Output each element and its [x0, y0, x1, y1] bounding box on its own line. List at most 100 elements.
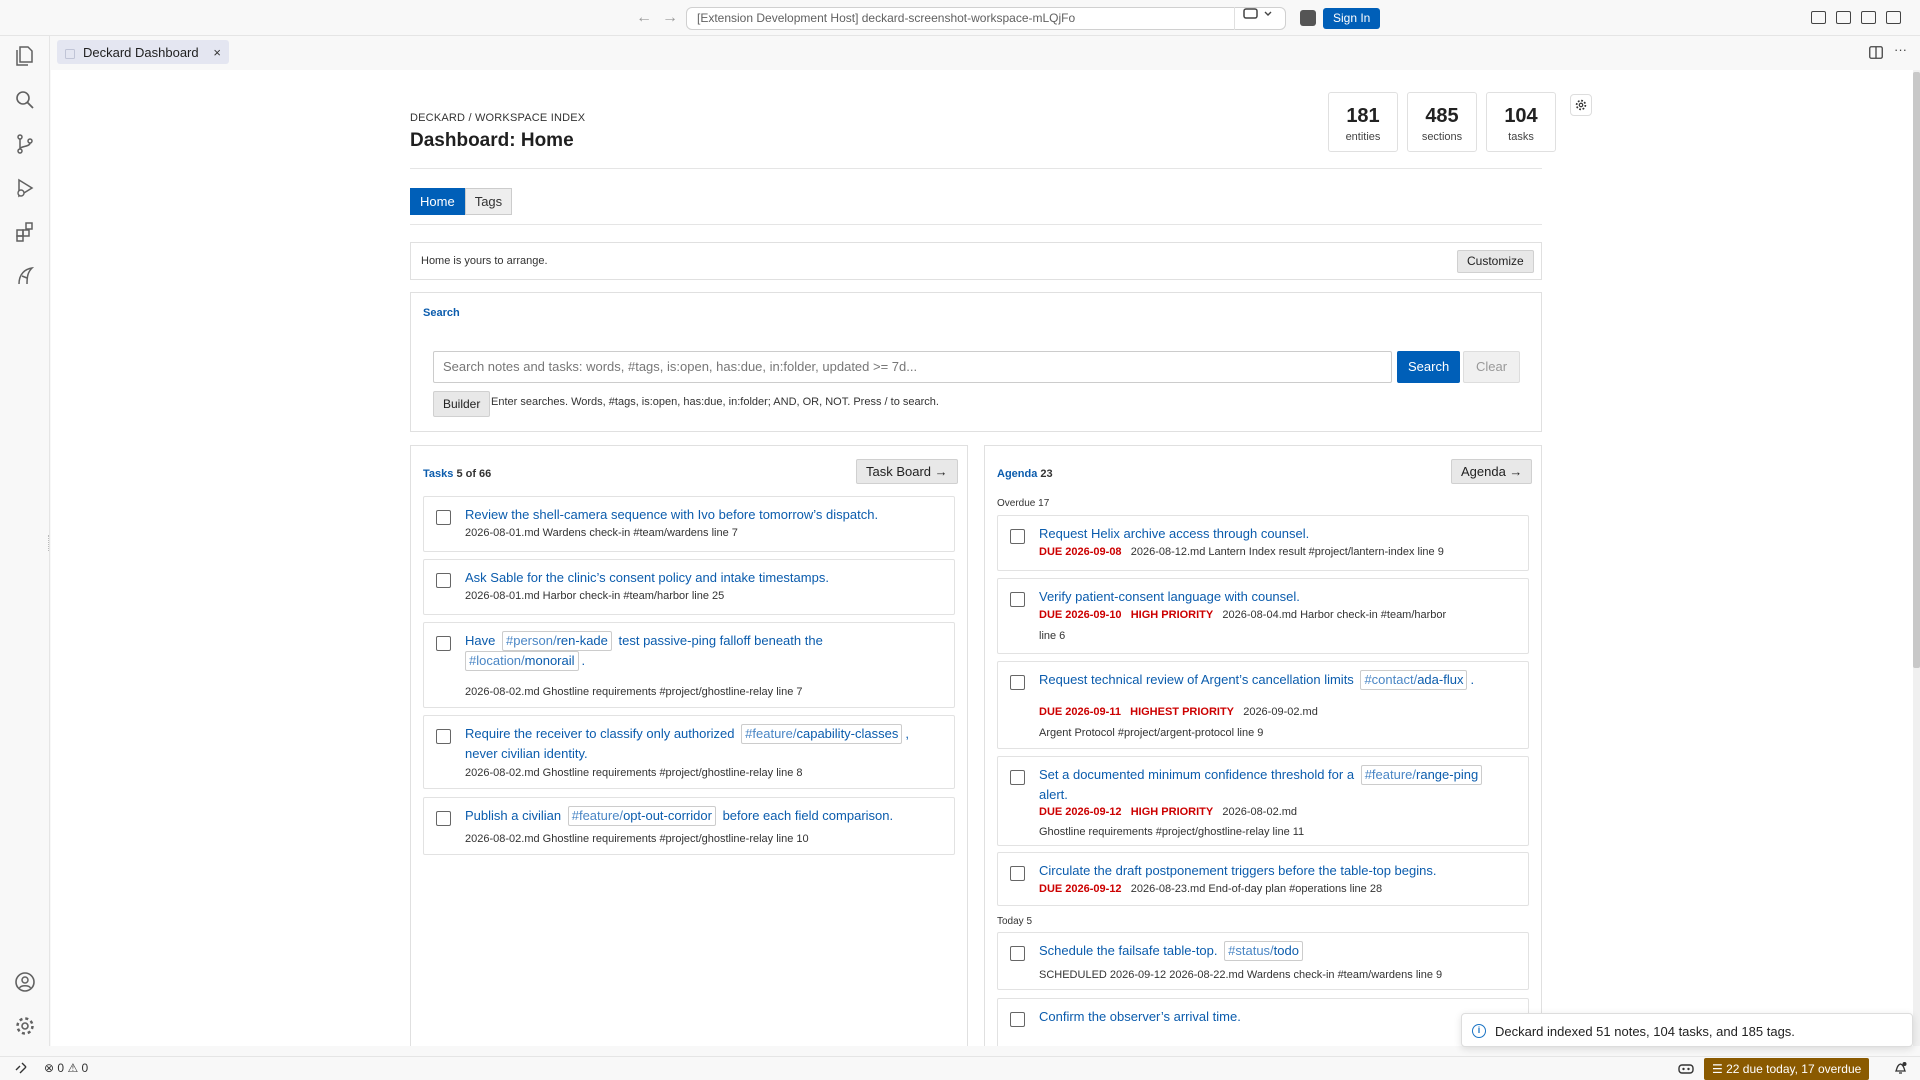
agenda-meta: DUE 2026-09-12 2026-08-23.md End-of-day … — [1039, 883, 1382, 895]
agenda-checkbox[interactable] — [1010, 675, 1025, 690]
copilot-chat-icon[interactable] — [1234, 7, 1286, 30]
due-summary[interactable]: ☰ 22 due today, 17 overdue — [1704, 1058, 1870, 1080]
agenda-checkbox[interactable] — [1010, 946, 1025, 961]
task-checkbox[interactable] — [436, 729, 451, 744]
customize-button[interactable]: Customize — [1457, 250, 1534, 273]
agenda-text[interactable]: Circulate the draft postponement trigger… — [1039, 861, 1436, 880]
builder-button[interactable]: Builder — [433, 391, 491, 417]
agenda-text[interactable]: Request technical review of Argent’s can… — [1039, 670, 1474, 690]
agenda-checkbox[interactable] — [1010, 529, 1025, 544]
agenda-checkbox[interactable] — [1010, 770, 1025, 785]
agenda-checkbox[interactable] — [1010, 1012, 1025, 1027]
task-meta: 2026-08-02.md Ghostline requirements #pr… — [465, 686, 803, 698]
problems-indicator[interactable]: ⊗ 0 ⚠ 0 — [44, 1061, 88, 1075]
error-icon: ⊗ — [44, 1061, 55, 1075]
tag-chip[interactable]: #feature/capability-classes — [741, 724, 903, 744]
toggle-secondary-sidebar-icon[interactable] — [1886, 11, 1901, 24]
due-date: DUE 2026-09-12 — [1039, 806, 1122, 818]
task-text-part: never civilian identity. — [465, 746, 588, 761]
clear-button[interactable]: Clear — [1463, 351, 1521, 383]
task-board-button[interactable]: Task Board → — [856, 459, 958, 484]
account-icon[interactable] — [13, 970, 37, 994]
search-input[interactable]: Search notes and tasks: words, #tags, is… — [433, 351, 1392, 383]
tag-chip[interactable]: #feature/opt-out-corridor — [567, 806, 716, 826]
command-center[interactable]: [Extension Development Host] deckard-scr… — [686, 7, 1286, 30]
toggle-panel-icon[interactable] — [1861, 11, 1876, 24]
manage-gear-icon[interactable] — [13, 1014, 37, 1038]
task-checkbox[interactable] — [436, 510, 451, 525]
tag-value: capability-classes — [796, 726, 899, 741]
warning-icon: ⚠ — [67, 1061, 79, 1075]
agenda-checkbox[interactable] — [1010, 592, 1025, 607]
task-checkbox[interactable] — [436, 573, 451, 588]
stat-tasks: 104 tasks — [1486, 92, 1556, 152]
settings-gear-icon[interactable] — [1570, 94, 1592, 116]
task-text[interactable]: Review the shell-camera sequence with Iv… — [465, 505, 878, 524]
agenda-item: Schedule the failsafe table-top. #status… — [997, 932, 1529, 990]
tag-prefix: #feature/ — [571, 808, 624, 823]
remote-icon[interactable] — [14, 1061, 28, 1078]
toggle-primary-sidebar-icon[interactable] — [1836, 11, 1851, 24]
agenda-title-label[interactable]: Agenda — [997, 468, 1037, 480]
search-button[interactable]: Search — [1397, 351, 1461, 383]
task-text-part: Have — [465, 633, 496, 648]
scrollbar-thumb[interactable] — [1913, 72, 1920, 668]
due-date: DUE 2026-09-12 — [1039, 883, 1122, 895]
agenda-button[interactable]: Agenda → — [1451, 459, 1533, 484]
task-text-part: . — [581, 653, 586, 668]
agenda-checkbox[interactable] — [1010, 866, 1025, 881]
forward-arrow-icon[interactable]: → — [660, 8, 680, 28]
stat-label: tasks — [1508, 131, 1534, 143]
editor-scrollbar[interactable] — [1913, 70, 1920, 1046]
today-heading: Today 5 — [997, 916, 1033, 927]
tag-chip[interactable]: #feature/range-ping — [1360, 765, 1483, 785]
split-editor-icon[interactable] — [1869, 46, 1883, 62]
task-text-part: , — [905, 726, 909, 741]
run-debug-icon[interactable] — [13, 176, 37, 200]
agenda-text[interactable]: Verify patient-consent language with cou… — [1039, 587, 1300, 606]
due-date: DUE 2026-09-10 — [1039, 609, 1122, 621]
accounts-icon[interactable] — [1300, 10, 1316, 26]
tasks-title-label[interactable]: Tasks — [423, 468, 453, 480]
explorer-icon[interactable] — [13, 44, 37, 68]
back-arrow-icon[interactable]: ← — [634, 8, 654, 28]
page-title: Dashboard: Home — [410, 130, 574, 151]
tag-chip[interactable]: #status/todo — [1224, 941, 1303, 961]
title-bar: ← → [Extension Development Host] deckard… — [0, 0, 1920, 36]
task-text[interactable]: Ask Sable for the clinic’s consent polic… — [465, 568, 829, 587]
agenda-text[interactable]: Confirm the observer’s arrival time. — [1039, 1007, 1241, 1026]
stat-label: sections — [1421, 131, 1463, 143]
agenda-text[interactable]: Request Helix archive access through cou… — [1039, 524, 1309, 543]
copilot-icon[interactable] — [1678, 1061, 1694, 1078]
notification-toast[interactable]: i Deckard indexed 51 notes, 104 tasks, a… — [1461, 1013, 1913, 1047]
tag-value: todo — [1273, 943, 1299, 958]
task-checkbox[interactable] — [436, 811, 451, 826]
task-text[interactable]: Have #person/ren-kade test passive-ping … — [465, 631, 885, 671]
deckard-icon[interactable] — [13, 264, 37, 288]
agenda-text[interactable]: Set a documented minimum confidence thre… — [1039, 765, 1519, 804]
tab-deckard-dashboard[interactable]: Deckard Dashboard × — [57, 40, 229, 64]
close-icon[interactable]: × — [213, 45, 221, 60]
tag-chip[interactable]: #location/monorail — [465, 651, 579, 671]
search-icon[interactable] — [13, 88, 37, 112]
tab-tags[interactable]: Tags — [464, 188, 513, 215]
tasks-title: Tasks 5 of 66 — [423, 468, 491, 480]
divider — [410, 168, 1542, 169]
extensions-icon[interactable] — [13, 220, 37, 244]
task-text[interactable]: Publish a civilian #feature/opt-out-corr… — [465, 806, 893, 826]
tag-chip[interactable]: #person/ren-kade — [501, 631, 612, 651]
notifications-bell-icon[interactable] — [1894, 1061, 1907, 1078]
more-actions-icon[interactable]: ··· — [1894, 42, 1907, 57]
agenda-text[interactable]: Schedule the failsafe table-top. #status… — [1039, 941, 1306, 961]
sign-in-button[interactable]: Sign In — [1323, 8, 1381, 29]
tag-chip[interactable]: #contact/ada-flux — [1360, 670, 1468, 690]
agenda-title: Agenda 23 — [997, 468, 1053, 480]
task-checkbox[interactable] — [436, 636, 451, 651]
tab-home[interactable]: Home — [410, 188, 465, 215]
customize-layout-icon[interactable] — [1811, 11, 1826, 24]
task-text[interactable]: Require the receiver to classify only au… — [465, 724, 945, 763]
source-control-icon[interactable] — [13, 132, 37, 156]
task-text-part: test passive-ping falloff beneath the — [618, 633, 823, 648]
tasks-card: Tasks 5 of 66 Task Board → Review the sh… — [410, 445, 968, 1046]
tag-value: monorail — [524, 653, 575, 668]
